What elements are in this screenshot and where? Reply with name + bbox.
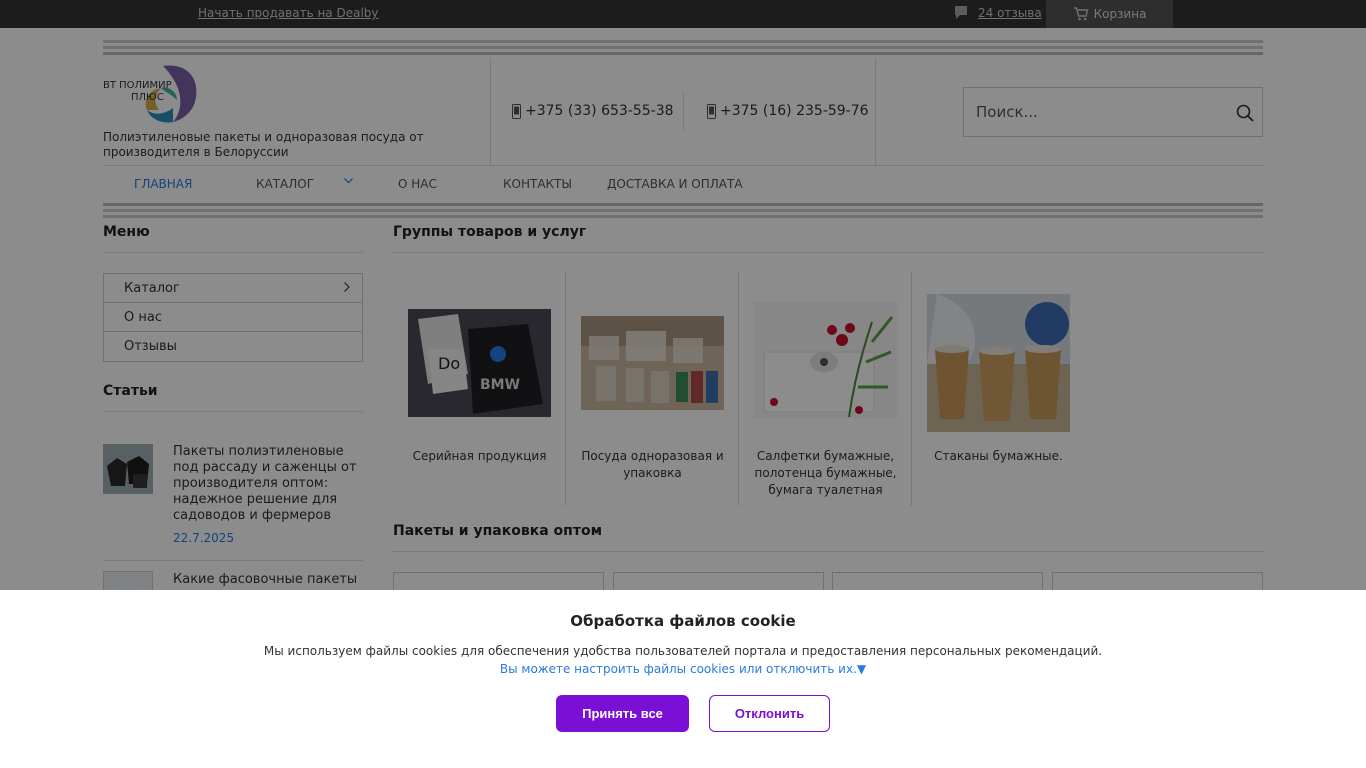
cookie-text: Мы используем файлы cookies для обеспече… [263, 644, 1103, 658]
cookie-title: Обработка файлов cookie [570, 612, 796, 630]
modal-backdrop[interactable] [0, 0, 1366, 590]
cookie-banner: Обработка файлов cookie Мы используем фа… [0, 590, 1366, 768]
accept-all-button[interactable]: Принять все [556, 695, 689, 732]
cookie-settings-link[interactable]: Вы можете настроить файлы cookies или от… [0, 662, 1366, 676]
decline-button[interactable]: Отклонить [709, 695, 830, 732]
